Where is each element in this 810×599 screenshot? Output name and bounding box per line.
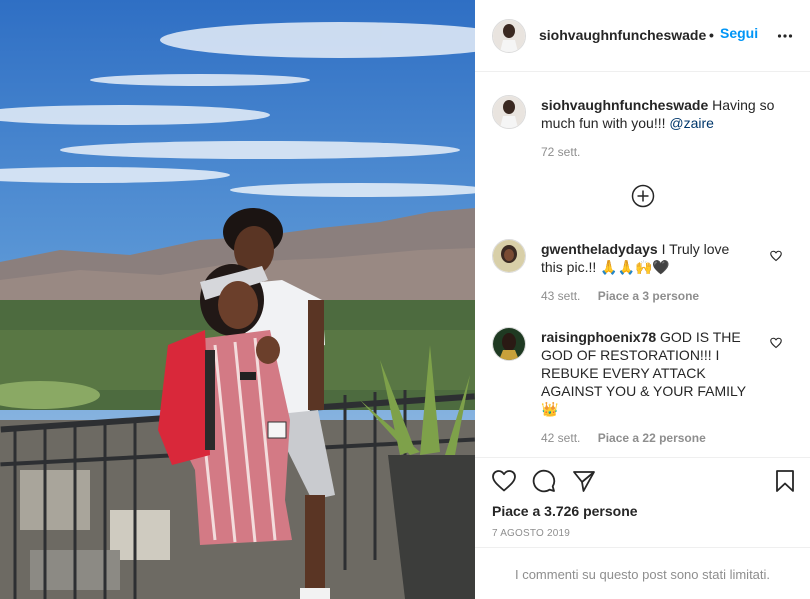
share-icon[interactable] xyxy=(572,469,596,493)
caption-line1: Having so xyxy=(712,97,775,113)
comment-likes[interactable]: Piace a 22 persone xyxy=(598,431,706,445)
post-date[interactable]: 7 AGOSTO 2019 xyxy=(492,528,570,539)
caption-text: siohvaughnfuncheswade Having so much fun… xyxy=(541,96,791,132)
caption-mention[interactable]: @zaire xyxy=(669,115,714,131)
comment-line2: GOD OF RESTORATION!!! I xyxy=(541,347,720,363)
comment-meta: 42 sett. Piace a 22 persone xyxy=(541,431,706,445)
avatar-image xyxy=(493,20,525,52)
caption-avatar[interactable] xyxy=(492,95,526,129)
caption-username[interactable]: siohvaughnfuncheswade xyxy=(541,97,708,113)
avatar-image xyxy=(493,96,525,128)
comment-text: gwentheladydays I Truly love this pic.!!… xyxy=(541,240,761,276)
plus-circle-icon[interactable] xyxy=(631,184,655,208)
comment-text: raisingphoenix78 GOD IS THE GOD OF RESTO… xyxy=(541,328,761,418)
footer-divider xyxy=(475,547,810,548)
comment-line1: I Truly love xyxy=(661,241,730,257)
author-username[interactable]: siohvaughnfuncheswade xyxy=(539,27,706,43)
comment-icon[interactable] xyxy=(532,469,556,493)
header-divider xyxy=(475,71,810,72)
comment-likes[interactable]: Piace a 3 persone xyxy=(598,289,699,303)
comment-avatar[interactable] xyxy=(492,239,526,273)
comment-time[interactable]: 42 sett. xyxy=(541,431,580,445)
post-photo[interactable] xyxy=(0,0,475,599)
post-photo-image xyxy=(0,0,475,599)
follow-button[interactable]: Segui xyxy=(720,25,758,41)
more-icon[interactable] xyxy=(777,28,793,44)
heart-icon[interactable] xyxy=(492,469,516,493)
comment-line3: REBUKE EVERY ATTACK xyxy=(541,365,706,381)
caption-time[interactable]: 72 sett. xyxy=(541,145,580,159)
author-avatar[interactable] xyxy=(492,19,526,53)
comment-line5: 👑 xyxy=(541,401,559,417)
header-dot: • xyxy=(709,27,714,43)
actions-divider xyxy=(475,457,810,458)
comment-time[interactable]: 43 sett. xyxy=(541,289,580,303)
avatar-image xyxy=(493,328,525,360)
comment-heart-icon[interactable] xyxy=(770,249,782,262)
avatar-image xyxy=(493,240,525,272)
comment-meta: 43 sett. Piace a 3 persone xyxy=(541,289,699,303)
likes-count[interactable]: Piace a 3.726 persone xyxy=(492,503,638,519)
post-side-panel: siohvaughnfuncheswade • Segui siohvaughn… xyxy=(475,0,810,599)
post-header: siohvaughnfuncheswade • Segui xyxy=(475,0,810,71)
comment-heart-icon[interactable] xyxy=(770,336,782,349)
bookmark-icon[interactable] xyxy=(773,469,797,493)
comments-limited-notice: I commenti su questo post sono stati lim… xyxy=(514,567,771,582)
comment-line4: AGAINST YOU & YOUR FAMILY xyxy=(541,383,747,399)
comment-line2: this pic.!! 🙏🙏🙌🖤 xyxy=(541,259,670,275)
caption-line2: much fun with you!!! xyxy=(541,115,666,131)
comment-avatar[interactable] xyxy=(492,327,526,361)
comment-username[interactable]: gwentheladydays xyxy=(541,241,658,257)
comment-line1: GOD IS THE xyxy=(660,329,741,345)
comment-username[interactable]: raisingphoenix78 xyxy=(541,329,656,345)
